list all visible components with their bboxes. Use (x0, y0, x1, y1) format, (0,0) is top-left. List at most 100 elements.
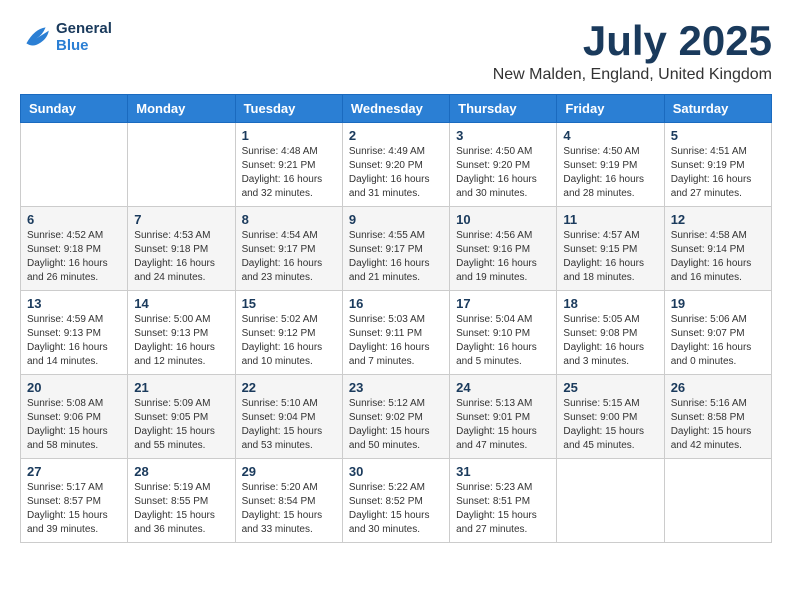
column-header-saturday: Saturday (664, 95, 771, 123)
day-number: 29 (242, 464, 336, 479)
day-detail: Sunrise: 4:58 AM Sunset: 9:14 PM Dayligh… (671, 229, 765, 285)
title-area: July 2025 New Malden, England, United Ki… (493, 20, 772, 84)
page-header: General Blue July 2025 New Malden, Engla… (20, 20, 772, 84)
day-number: 27 (27, 464, 121, 479)
column-header-thursday: Thursday (450, 95, 557, 123)
day-number: 6 (27, 212, 121, 227)
day-detail: Sunrise: 5:09 AM Sunset: 9:05 PM Dayligh… (134, 397, 228, 453)
day-detail: Sunrise: 4:48 AM Sunset: 9:21 PM Dayligh… (242, 145, 336, 201)
day-detail: Sunrise: 5:02 AM Sunset: 9:12 PM Dayligh… (242, 313, 336, 369)
day-detail: Sunrise: 4:53 AM Sunset: 9:18 PM Dayligh… (134, 229, 228, 285)
calendar-cell (557, 459, 664, 543)
day-detail: Sunrise: 5:20 AM Sunset: 8:54 PM Dayligh… (242, 481, 336, 537)
day-number: 5 (671, 128, 765, 143)
day-detail: Sunrise: 5:16 AM Sunset: 8:58 PM Dayligh… (671, 397, 765, 453)
day-number: 9 (349, 212, 443, 227)
day-number: 20 (27, 380, 121, 395)
calendar-week-row: 13 Sunrise: 4:59 AM Sunset: 9:13 PM Dayli… (21, 291, 772, 375)
calendar-cell: 8 Sunrise: 4:54 AM Sunset: 9:17 PM Daylig… (235, 207, 342, 291)
day-detail: Sunrise: 4:56 AM Sunset: 9:16 PM Dayligh… (456, 229, 550, 285)
day-number: 11 (563, 212, 657, 227)
day-number: 30 (349, 464, 443, 479)
calendar-cell: 31 Sunrise: 5:23 AM Sunset: 8:51 PM Dayli… (450, 459, 557, 543)
day-detail: Sunrise: 4:57 AM Sunset: 9:15 PM Dayligh… (563, 229, 657, 285)
day-detail: Sunrise: 4:55 AM Sunset: 9:17 PM Dayligh… (349, 229, 443, 285)
calendar-cell: 14 Sunrise: 5:00 AM Sunset: 9:13 PM Dayli… (128, 291, 235, 375)
calendar-cell: 25Sunrise: 5:15 AM Sunset: 9:00 PM Dayli… (557, 375, 664, 459)
calendar-week-row: 20 Sunrise: 5:08 AM Sunset: 9:06 PM Dayli… (21, 375, 772, 459)
calendar-cell: 16Sunrise: 5:03 AM Sunset: 9:11 PM Dayli… (342, 291, 449, 375)
calendar-cell: 5 Sunrise: 4:51 AM Sunset: 9:19 PM Daylig… (664, 123, 771, 207)
column-header-sunday: Sunday (21, 95, 128, 123)
day-detail: Sunrise: 4:59 AM Sunset: 9:13 PM Dayligh… (27, 313, 121, 369)
day-number: 28 (134, 464, 228, 479)
logo: General Blue (20, 20, 112, 54)
day-detail: Sunrise: 4:52 AM Sunset: 9:18 PM Dayligh… (27, 229, 121, 285)
day-detail: Sunrise: 4:50 AM Sunset: 9:19 PM Dayligh… (563, 145, 657, 201)
calendar-cell: 26 Sunrise: 5:16 AM Sunset: 8:58 PM Dayli… (664, 375, 771, 459)
day-detail: Sunrise: 5:00 AM Sunset: 9:13 PM Dayligh… (134, 313, 228, 369)
calendar-cell (128, 123, 235, 207)
day-detail: Sunrise: 5:04 AM Sunset: 9:10 PM Dayligh… (456, 313, 550, 369)
calendar-cell: 17Sunrise: 5:04 AM Sunset: 9:10 PM Dayli… (450, 291, 557, 375)
calendar-cell: 12 Sunrise: 4:58 AM Sunset: 9:14 PM Dayli… (664, 207, 771, 291)
calendar-cell: 10Sunrise: 4:56 AM Sunset: 9:16 PM Dayli… (450, 207, 557, 291)
calendar-cell: 13 Sunrise: 4:59 AM Sunset: 9:13 PM Dayli… (21, 291, 128, 375)
day-number: 18 (563, 296, 657, 311)
logo-text: General Blue (56, 20, 112, 54)
calendar-cell: 23Sunrise: 5:12 AM Sunset: 9:02 PM Dayli… (342, 375, 449, 459)
day-detail: Sunrise: 4:51 AM Sunset: 9:19 PM Dayligh… (671, 145, 765, 201)
day-number: 4 (563, 128, 657, 143)
calendar-cell: 7 Sunrise: 4:53 AM Sunset: 9:18 PM Daylig… (128, 207, 235, 291)
day-detail: Sunrise: 5:05 AM Sunset: 9:08 PM Dayligh… (563, 313, 657, 369)
day-number: 1 (242, 128, 336, 143)
column-header-wednesday: Wednesday (342, 95, 449, 123)
calendar-cell: 2 Sunrise: 4:49 AM Sunset: 9:20 PM Daylig… (342, 123, 449, 207)
day-number: 19 (671, 296, 765, 311)
day-detail: Sunrise: 5:08 AM Sunset: 9:06 PM Dayligh… (27, 397, 121, 453)
day-number: 2 (349, 128, 443, 143)
calendar-cell: 9 Sunrise: 4:55 AM Sunset: 9:17 PM Daylig… (342, 207, 449, 291)
day-number: 13 (27, 296, 121, 311)
month-title: July 2025 (493, 20, 772, 62)
day-number: 23 (349, 380, 443, 395)
calendar-table: SundayMondayTuesdayWednesdayThursdayFrid… (20, 94, 772, 543)
calendar-cell: 15 Sunrise: 5:02 AM Sunset: 9:12 PM Dayli… (235, 291, 342, 375)
day-number: 24 (456, 380, 550, 395)
column-header-tuesday: Tuesday (235, 95, 342, 123)
calendar-week-row: 6 Sunrise: 4:52 AM Sunset: 9:18 PM Daylig… (21, 207, 772, 291)
day-detail: Sunrise: 5:13 AM Sunset: 9:01 PM Dayligh… (456, 397, 550, 453)
day-detail: Sunrise: 4:49 AM Sunset: 9:20 PM Dayligh… (349, 145, 443, 201)
calendar-cell: 22 Sunrise: 5:10 AM Sunset: 9:04 PM Dayli… (235, 375, 342, 459)
calendar-cell: 4 Sunrise: 4:50 AM Sunset: 9:19 PM Daylig… (557, 123, 664, 207)
day-number: 26 (671, 380, 765, 395)
calendar-cell (664, 459, 771, 543)
calendar-cell: 28 Sunrise: 5:19 AM Sunset: 8:55 PM Dayli… (128, 459, 235, 543)
calendar-week-row: 1 Sunrise: 4:48 AM Sunset: 9:21 PM Daylig… (21, 123, 772, 207)
day-number: 8 (242, 212, 336, 227)
calendar-cell: 20 Sunrise: 5:08 AM Sunset: 9:06 PM Dayli… (21, 375, 128, 459)
calendar-cell: 6 Sunrise: 4:52 AM Sunset: 9:18 PM Daylig… (21, 207, 128, 291)
logo-icon (20, 21, 52, 53)
day-number: 14 (134, 296, 228, 311)
day-detail: Sunrise: 5:10 AM Sunset: 9:04 PM Dayligh… (242, 397, 336, 453)
day-number: 15 (242, 296, 336, 311)
day-number: 3 (456, 128, 550, 143)
calendar-week-row: 27 Sunrise: 5:17 AM Sunset: 8:57 PM Dayli… (21, 459, 772, 543)
calendar-header-row: SundayMondayTuesdayWednesdayThursdayFrid… (21, 95, 772, 123)
day-number: 31 (456, 464, 550, 479)
day-number: 12 (671, 212, 765, 227)
day-detail: Sunrise: 5:22 AM Sunset: 8:52 PM Dayligh… (349, 481, 443, 537)
day-detail: Sunrise: 4:54 AM Sunset: 9:17 PM Dayligh… (242, 229, 336, 285)
day-detail: Sunrise: 5:17 AM Sunset: 8:57 PM Dayligh… (27, 481, 121, 537)
calendar-cell: 29 Sunrise: 5:20 AM Sunset: 8:54 PM Dayli… (235, 459, 342, 543)
day-detail: Sunrise: 5:23 AM Sunset: 8:51 PM Dayligh… (456, 481, 550, 537)
calendar-cell: 21Sunrise: 5:09 AM Sunset: 9:05 PM Dayli… (128, 375, 235, 459)
day-detail: Sunrise: 5:19 AM Sunset: 8:55 PM Dayligh… (134, 481, 228, 537)
calendar-cell: 24 Sunrise: 5:13 AM Sunset: 9:01 PM Dayli… (450, 375, 557, 459)
calendar-cell: 11 Sunrise: 4:57 AM Sunset: 9:15 PM Dayli… (557, 207, 664, 291)
day-number: 7 (134, 212, 228, 227)
day-detail: Sunrise: 4:50 AM Sunset: 9:20 PM Dayligh… (456, 145, 550, 201)
day-number: 22 (242, 380, 336, 395)
calendar-cell: 19Sunrise: 5:06 AM Sunset: 9:07 PM Dayli… (664, 291, 771, 375)
